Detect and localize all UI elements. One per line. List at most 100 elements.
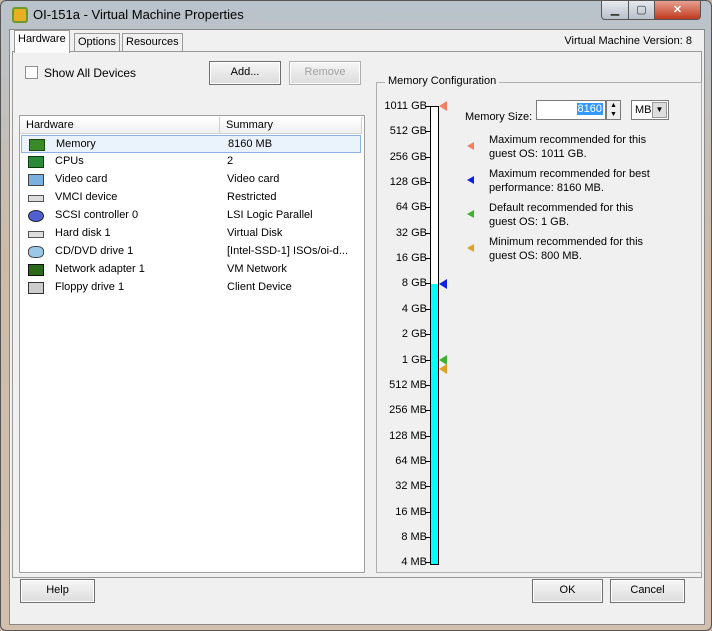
device-icon — [28, 195, 44, 202]
tab-options[interactable]: Options — [74, 33, 120, 52]
hardware-name: Network adapter 1 — [55, 263, 145, 275]
cpu-icon — [28, 156, 44, 168]
help-button[interactable]: Help — [20, 579, 95, 603]
scale-tick-label: 4 GB — [401, 302, 427, 315]
network-icon — [28, 264, 44, 276]
cancel-button[interactable]: Cancel — [610, 579, 685, 603]
window-frame: OI-151a - Virtual Machine Properties ▁ ▢… — [0, 0, 712, 631]
show-all-devices-checkbox[interactable] — [25, 66, 38, 79]
add-button[interactable]: Add... — [209, 61, 281, 85]
max-best-performance-legend-flag-icon — [467, 176, 474, 184]
scale-tick — [425, 460, 431, 462]
default-guest-os-legend-flag-icon — [467, 210, 474, 218]
hardware-summary: 2 — [227, 155, 234, 167]
monitor-icon — [28, 174, 44, 186]
memory-scale[interactable]: 1011 GB 512 GB 256 GB 128 GB 64 GB 32 GB 16 GB… — [377, 83, 477, 573]
scale-tick-label: 32 MB — [395, 480, 427, 493]
scale-tick-label: 1 GB — [401, 353, 427, 366]
scale-tick — [425, 359, 431, 361]
min-guest-os-legend: Minimum recommended for this guest OS: 8… — [467, 235, 659, 263]
scale-tick-label: 512 MB — [389, 378, 427, 391]
scale-tick — [425, 156, 431, 158]
vm-version-label: Virtual Machine Version: 8 — [564, 35, 692, 47]
maximize-button[interactable]: ▢ — [628, 1, 655, 20]
scale-tick — [425, 232, 431, 234]
memory-unit-value: MB — [635, 104, 652, 116]
scale-tick — [425, 562, 431, 564]
memory-size-label: Memory Size: — [465, 111, 533, 123]
scale-tick — [425, 486, 431, 488]
chevron-down-icon: ▼ — [652, 102, 667, 118]
legend-text: Maximum recommended for best performance… — [489, 168, 650, 194]
memory-configuration-group: Memory Configuration 1011 GB 512 GB 256 GB… — [376, 75, 702, 573]
scale-tick — [425, 207, 431, 209]
dialog-client: Hardware Options Resources Virtual Machi… — [9, 29, 705, 625]
table-row[interactable]: VMCI device Restricted — [21, 189, 361, 207]
scale-tick — [425, 536, 431, 538]
table-row[interactable]: Hard disk 1 Virtual Disk — [21, 225, 361, 243]
scale-tick-label: 4 MB — [401, 556, 427, 569]
scale-tick-label: 64 GB — [395, 201, 427, 214]
cd-icon — [28, 246, 44, 258]
max-best-performance-legend: Maximum recommended for best performance… — [467, 167, 659, 195]
remove-button[interactable]: Remove — [289, 61, 361, 85]
scale-tick — [425, 182, 431, 184]
floppy-icon — [28, 282, 44, 294]
table-row[interactable]: CPUs 2 — [21, 153, 361, 171]
scale-tick — [425, 106, 431, 107]
minimize-button[interactable]: ▁ — [601, 1, 629, 20]
hardware-name: Floppy drive 1 — [55, 281, 125, 293]
hardware-name: VMCI device — [55, 191, 118, 203]
scale-tick-label: 128 GB — [389, 176, 427, 189]
vsphere-app-icon — [12, 7, 28, 23]
close-button[interactable]: ✕ — [654, 1, 701, 20]
min-guest-os-marker-icon — [439, 363, 447, 374]
scsi-icon — [28, 210, 44, 222]
hardware-summary: VM Network — [227, 263, 287, 275]
scale-tick — [425, 308, 431, 310]
column-header-hardware[interactable]: Hardware — [20, 117, 220, 134]
ok-button[interactable]: OK — [532, 579, 603, 603]
scale-tick — [425, 283, 431, 285]
scale-tick — [425, 258, 431, 260]
table-row[interactable]: Video card Video card — [21, 171, 361, 189]
memory-unit-select[interactable]: MB ▼ — [631, 100, 669, 120]
memory-size-input[interactable]: 8160 — [536, 100, 606, 120]
disk-icon — [28, 231, 44, 238]
column-header-summary[interactable]: Summary — [220, 117, 362, 134]
scale-tick-label: 128 MB — [389, 429, 427, 442]
memory-icon — [29, 139, 45, 151]
scale-tick-label: 64 MB — [395, 454, 427, 467]
scale-tick — [425, 384, 431, 386]
scale-tick — [425, 131, 431, 133]
memory-size-value: 8160 — [576, 103, 603, 115]
scale-tick-label: 256 GB — [389, 150, 427, 163]
tab-hardware[interactable]: Hardware — [14, 30, 70, 53]
hardware-name: CD/DVD drive 1 — [55, 245, 134, 257]
hardware-table: Hardware Summary Memory 8160 MB CPUs 2 Video… — [19, 115, 365, 573]
hardware-summary: [Intel-SSD-1] ISOs/oi-d... — [227, 245, 349, 257]
hardware-name: Hard disk 1 — [55, 227, 111, 239]
table-row[interactable]: Floppy drive 1 Client Device — [21, 279, 361, 297]
hardware-summary: 8160 MB — [228, 138, 273, 150]
max-guest-os-legend-flag-icon — [467, 142, 474, 150]
table-row[interactable]: CD/DVD drive 1 [Intel-SSD-1] ISOs/oi-d... — [21, 243, 361, 261]
table-row[interactable]: SCSI controller 0 LSI Logic Parallel — [21, 207, 361, 225]
hardware-summary: Video card — [227, 173, 280, 185]
min-guest-os-legend-flag-icon — [467, 244, 474, 252]
scale-tick-label: 8 GB — [401, 277, 427, 290]
max-guest-os-marker-icon — [439, 101, 447, 111]
scale-tick-label: 32 GB — [395, 226, 427, 239]
memory-slider-fill — [431, 283, 438, 565]
scale-tick — [425, 334, 431, 336]
legend-text: Maximum recommended for this guest OS: 1… — [489, 134, 647, 160]
scale-tick-label: 2 GB — [401, 328, 427, 341]
table-row[interactable]: Memory 8160 MB — [21, 135, 361, 153]
table-row[interactable]: Network adapter 1 VM Network — [21, 261, 361, 279]
memory-size-spinner[interactable]: ▲ ▼ — [606, 100, 621, 120]
scale-tick — [425, 511, 431, 513]
hardware-summary: Virtual Disk — [227, 227, 283, 239]
window-title: OI-151a - Virtual Machine Properties — [33, 7, 244, 22]
scale-tick-label: 512 GB — [389, 125, 427, 138]
tab-resources[interactable]: Resources — [122, 33, 183, 52]
